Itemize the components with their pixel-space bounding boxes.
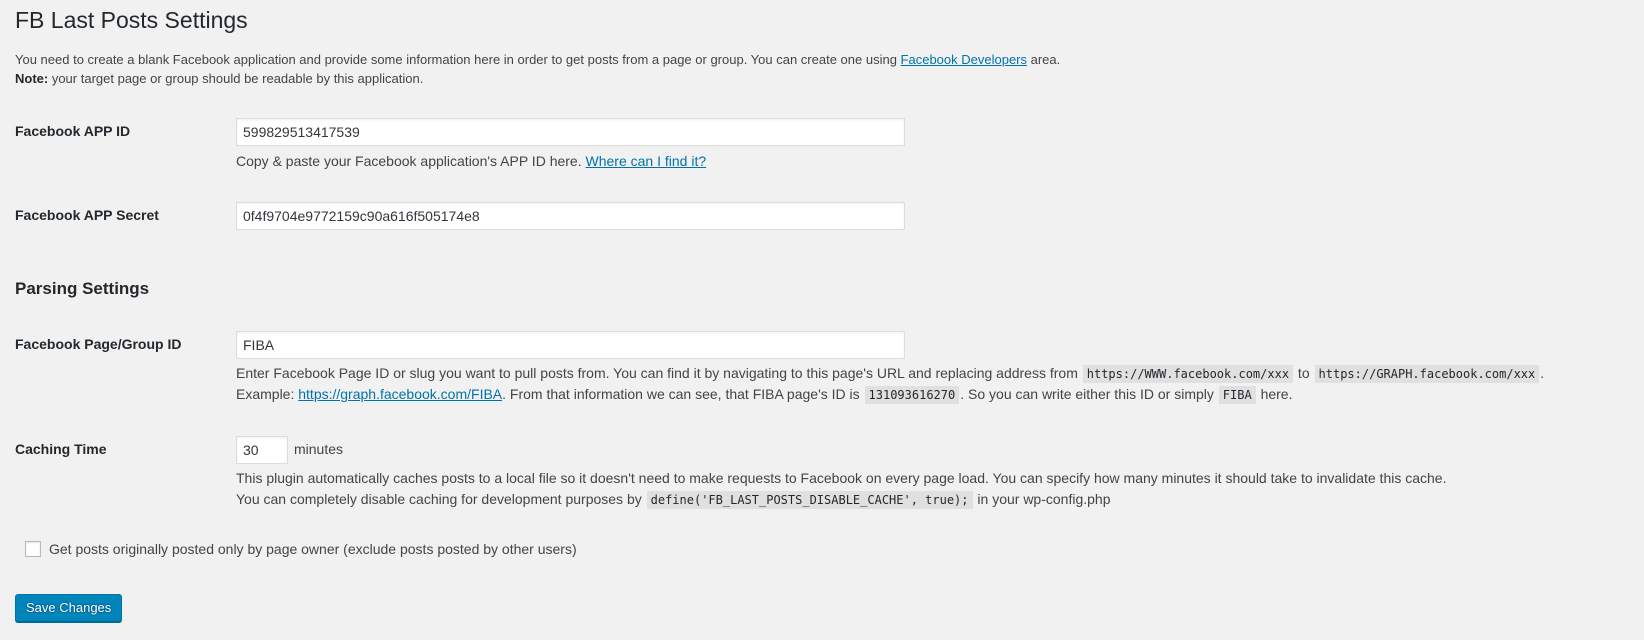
page-title: FB Last Posts Settings (15, 7, 248, 33)
intro-text: You need to create a blank Facebook appl… (15, 50, 1060, 88)
app-secret-label: Facebook APP Secret (15, 207, 159, 223)
intro-text-before: You need to create a blank Facebook appl… (15, 52, 901, 67)
intro-line-1: You need to create a blank Facebook appl… (15, 50, 1060, 69)
fiba-slug-code: FIBA (1218, 386, 1256, 404)
page-group-id-desc-line-2: Example: https://graph.facebook.com/FIBA… (236, 384, 1293, 405)
www-url-code: https://WWW.facebook.com/xxx (1082, 365, 1294, 383)
page-id-desc-text: . (1540, 365, 1545, 381)
page-id-example-text: . From that information we can see, that… (502, 386, 864, 402)
page-id-desc-text: Enter Facebook Page ID or slug you want … (236, 365, 1082, 381)
caching-desc-text: You can completely disable caching for d… (236, 491, 646, 507)
app-id-label: Facebook APP ID (15, 123, 131, 139)
settings-page: FB Last Posts Settings You need to creat… (0, 0, 1644, 640)
app-id-help-text: Copy & paste your Facebook application's… (236, 153, 586, 169)
note-text: your target page or group should be read… (48, 71, 424, 86)
facebook-developers-link[interactable]: Facebook Developers (901, 52, 1027, 67)
where-can-i-find-it-link[interactable]: Where can I find it? (586, 153, 707, 169)
page-group-id-desc-line-1: Enter Facebook Page ID or slug you want … (236, 363, 1544, 384)
page-id-example-text: Example: (236, 386, 299, 402)
parsing-settings-heading: Parsing Settings (15, 279, 150, 298)
page-id-desc-text: to (1294, 365, 1314, 381)
caching-time-unit: minutes (294, 441, 344, 457)
page-group-id-input[interactable] (236, 331, 905, 359)
intro-note: Note: your target page or group should b… (15, 69, 1060, 88)
note-label: Note: (15, 71, 49, 86)
graph-url-code: https://GRAPH.facebook.com/xxx (1314, 365, 1540, 383)
graph-example-link[interactable]: https://graph.facebook.com/FIBA (298, 386, 502, 402)
app-id-input[interactable] (236, 118, 905, 146)
fiba-id-code: 131093616270 (864, 386, 960, 404)
page-id-example-text: here. (1256, 386, 1293, 402)
disable-cache-code: define('FB_LAST_POSTS_DISABLE_CACHE', tr… (646, 491, 973, 509)
intro-text-after: area. (1027, 52, 1061, 67)
owner-only-checkbox[interactable] (25, 541, 41, 557)
caching-time-desc-line-1: This plugin automatically caches posts t… (236, 470, 1447, 486)
app-id-help: Copy & paste your Facebook application's… (236, 151, 706, 171)
page-id-example-text: . So you can write either this ID or sim… (960, 386, 1218, 402)
owner-only-label[interactable]: Get posts originally posted only by page… (49, 539, 577, 559)
save-changes-button[interactable]: Save Changes (15, 594, 123, 622)
caching-time-label: Caching Time (15, 441, 107, 457)
page-group-id-label: Facebook Page/Group ID (15, 336, 182, 352)
app-secret-input[interactable] (236, 202, 905, 230)
caching-time-input[interactable] (236, 436, 288, 464)
caching-desc-text: in your wp-config.php (973, 491, 1111, 507)
caching-time-desc-line-2: You can completely disable caching for d… (236, 489, 1110, 510)
